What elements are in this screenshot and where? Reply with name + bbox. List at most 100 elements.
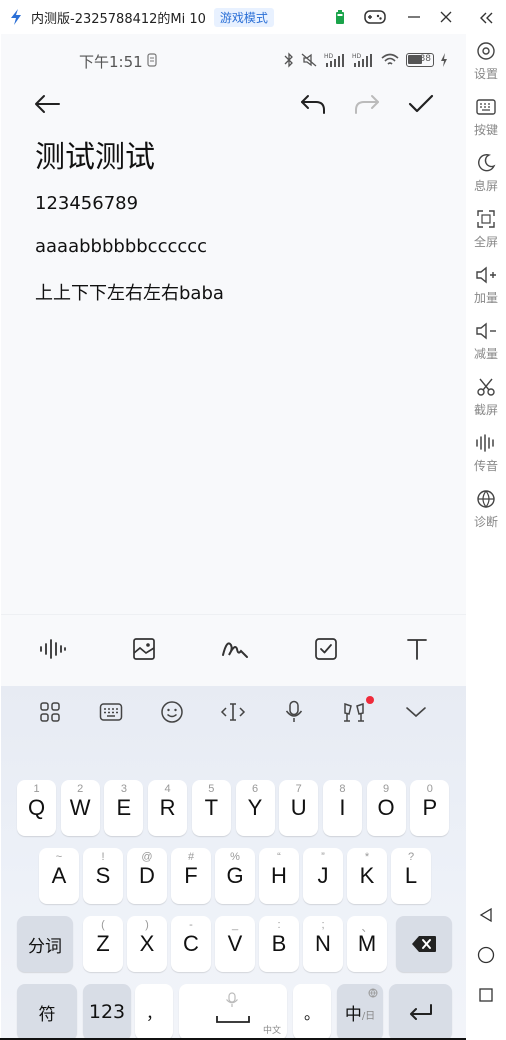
key-g[interactable]: % G: [215, 848, 255, 904]
microphone-icon[interactable]: [280, 698, 308, 726]
key-m[interactable]: 、 M: [347, 916, 387, 972]
sidebar-item-keyboard[interactable]: 按键: [466, 94, 506, 144]
collapse-keyboard-icon[interactable]: [402, 698, 430, 726]
status-time: 下午1:51: [79, 53, 143, 71]
language-key-alt: /日: [361, 1010, 376, 1022]
note-line[interactable]: aaaabbbbbbcccccc: [35, 236, 207, 257]
apps-grid-icon[interactable]: [36, 698, 64, 726]
note-line[interactable]: 123456789: [35, 193, 138, 214]
checklist-icon[interactable]: [310, 633, 342, 665]
nav-back-icon[interactable]: [476, 905, 496, 925]
key-j[interactable]: ” J: [303, 848, 343, 904]
redo-icon[interactable]: [351, 88, 383, 120]
key-label: L: [404, 863, 418, 888]
fenci-key[interactable]: 分词: [17, 916, 73, 972]
key-x[interactable]: ) X: [127, 916, 167, 972]
key-q[interactable]: 1Q: [17, 780, 56, 836]
symbol-key[interactable]: 符: [17, 984, 77, 1040]
key-hint: 5: [208, 783, 215, 795]
collapse-sidebar-icon[interactable]: [476, 9, 496, 27]
image-insert-icon[interactable]: [128, 633, 160, 665]
celebration-icon[interactable]: [340, 698, 368, 726]
key-b[interactable]: :B: [259, 916, 299, 972]
wifi-icon: [381, 53, 399, 65]
key-w[interactable]: 2W: [60, 780, 100, 836]
sidebar-item-moon[interactable]: 息屏: [466, 150, 506, 200]
svg-text:HD: HD: [352, 53, 362, 60]
key-s[interactable]: ! S: [83, 848, 123, 904]
key-i[interactable]: 8I: [322, 780, 362, 836]
key-label: B: [271, 931, 287, 956]
key-h[interactable]: “H: [259, 848, 299, 904]
gamepad-icon[interactable]: [364, 8, 386, 26]
sidebar-item-scissors[interactable]: 截屏: [466, 374, 506, 424]
key-hint: 4: [164, 783, 171, 795]
space-key[interactable]: 中文: [179, 984, 287, 1040]
key-n[interactable]: ; N: [303, 916, 343, 972]
key-hint: %: [230, 851, 240, 863]
nav-recents-icon[interactable]: [476, 985, 496, 1005]
period-key[interactable]: 。: [293, 984, 331, 1040]
number-key[interactable]: 123: [83, 984, 131, 1040]
key-c[interactable]: -C: [171, 916, 211, 972]
sidebar-item-settings[interactable]: 设置: [466, 38, 506, 88]
key-k[interactable]: * K: [347, 848, 387, 904]
cursor-move-icon[interactable]: [219, 698, 247, 726]
keyboard-toolbar: [1, 686, 466, 738]
number-key-label: 123: [88, 1001, 126, 1023]
key-hint: “: [277, 851, 281, 863]
sidebar-item-label: 息屏: [473, 179, 498, 193]
keyboard-switch-icon[interactable]: [97, 698, 125, 726]
backspace-key[interactable]: [396, 916, 452, 972]
key-v[interactable]: _ V: [215, 916, 255, 972]
notification-dot: [366, 696, 374, 704]
game-mode-badge[interactable]: 游戏模式: [213, 7, 274, 27]
confirm-check-icon[interactable]: [405, 88, 437, 120]
volume-up-icon: [475, 264, 497, 286]
moon-icon: [475, 152, 497, 174]
undo-icon[interactable]: [297, 88, 329, 120]
text-style-icon[interactable]: [401, 633, 433, 665]
key-label: Y: [247, 795, 263, 820]
key-a[interactable]: ~ A: [39, 848, 79, 904]
emoji-icon[interactable]: [158, 698, 186, 726]
key-hint: ~: [55, 851, 63, 863]
comma-key[interactable]: ，: [135, 984, 173, 1040]
sidebar-item-globe[interactable]: 诊断: [466, 486, 506, 536]
close-icon[interactable]: [437, 8, 455, 26]
sidebar-item-audio-wave[interactable]: 传音: [466, 430, 506, 480]
voice-wave-icon[interactable]: [37, 633, 69, 665]
back-arrow-icon[interactable]: [31, 88, 63, 120]
sidebar-item-volume-down[interactable]: 减量: [466, 318, 506, 368]
key-d[interactable]: @ D: [127, 848, 167, 904]
minimize-icon[interactable]: [405, 8, 423, 26]
enter-key[interactable]: [389, 984, 452, 1040]
key-o[interactable]: 9O: [366, 780, 406, 836]
key-l[interactable]: ? L: [391, 848, 431, 904]
sidebar-item-volume-up[interactable]: 加量: [466, 262, 506, 312]
language-switch-key[interactable]: 中 /日: [337, 984, 383, 1040]
key-u[interactable]: 7U: [279, 780, 319, 836]
note-toolbar: [1, 84, 466, 124]
handwriting-icon[interactable]: [219, 633, 251, 665]
key-label: G: [226, 863, 244, 888]
key-t[interactable]: 5T: [191, 780, 231, 836]
key-r[interactable]: 4R: [148, 780, 188, 836]
key-hint: :: [277, 919, 281, 931]
key-y[interactable]: 6Y: [235, 780, 275, 836]
key-f[interactable]: # F: [171, 848, 211, 904]
space-key-note: 中文: [262, 1026, 281, 1036]
key-hint: 3: [120, 783, 127, 795]
key-p[interactable]: 0P: [410, 780, 450, 836]
key-e[interactable]: 3E: [104, 780, 144, 836]
nav-home-icon[interactable]: [476, 945, 496, 965]
key-label: F: [184, 863, 198, 888]
note-format-bar: [1, 614, 466, 686]
note-line[interactable]: 上上下下左右左右baba: [35, 279, 224, 305]
battery-status-icon[interactable]: [331, 8, 349, 26]
note-title[interactable]: 测试测试: [35, 132, 155, 176]
key-z[interactable]: (Z: [83, 916, 123, 972]
emulator-sidebar: 设置按键息屏全屏加量减量截屏传音诊断: [466, 0, 506, 1040]
nfc-icon: [147, 53, 157, 67]
sidebar-item-fullscreen[interactable]: 全屏: [466, 206, 506, 256]
